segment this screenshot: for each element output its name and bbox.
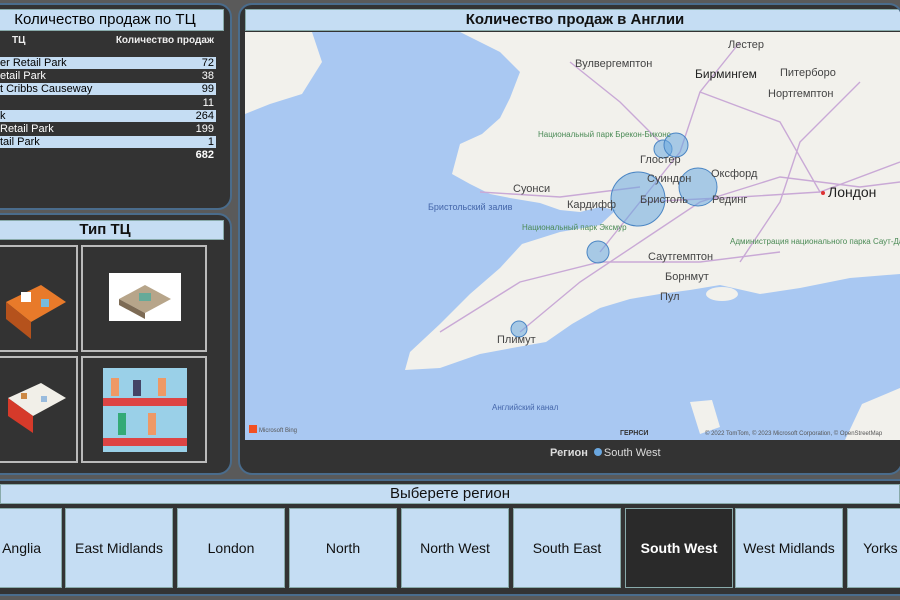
mall-type-tile-4[interactable] (81, 356, 207, 463)
sales-count: 1 (207, 136, 214, 149)
label-bournemouth: Борнмут (665, 271, 709, 283)
label-reading: Рединг (712, 194, 747, 206)
region-button-yorks-humb[interactable]: Yorks Humb (847, 508, 900, 588)
bubble-exeter[interactable] (586, 240, 610, 264)
map-attribution[interactable]: © 2022 TomTom, © 2023 Microsoft Corporat… (705, 430, 883, 437)
sales-count: 38 (201, 70, 214, 83)
sales-count: 264 (195, 109, 214, 122)
region-button-anglia[interactable]: Anglia (0, 508, 62, 588)
legend-label: Регион (550, 447, 588, 459)
label-cardiff: Кардифф (567, 199, 616, 211)
mall-type-panel: Тип ТЦ (0, 213, 232, 475)
sales-count: 199 (195, 123, 214, 135)
table-total: 682 (0, 149, 216, 161)
label-guernsey: ГЕРНСИ (620, 430, 648, 437)
label-peterborough: Питерборо (780, 67, 836, 79)
region-button-north-west[interactable]: North West (401, 508, 509, 588)
sales-count: 99 (201, 83, 214, 96)
microsoft-logo-icon (249, 425, 257, 433)
label-bristol-channel: Бристольский залив (428, 202, 513, 212)
label-gloucester: Глостер (640, 154, 681, 166)
label-south-downs: Администрация национального парка Саут-Д… (730, 237, 900, 246)
map-legend: Регион South West (550, 447, 661, 459)
region-button-east-midlands[interactable]: East Midlands (65, 508, 173, 588)
label-brecon-beacons: Национальный парк Брекон-Биконс (538, 130, 671, 139)
label-leicester: Лестер (728, 39, 764, 51)
mall-name: tail Park (0, 136, 40, 149)
table-row[interactable]: 11 (0, 97, 216, 109)
label-northampton: Нортгемптон (768, 88, 834, 100)
mall-name: Retail Park (0, 123, 54, 135)
label-bristol: Бристоль (640, 194, 688, 206)
label-exmoor: Национальный парк Эксмур (522, 223, 627, 232)
label-birmingham: Бирмингем (695, 67, 757, 81)
mall-type-tile-2[interactable] (81, 245, 207, 352)
mall-type-tile-3[interactable] (0, 356, 78, 463)
table-row[interactable]: er Retail Park 72 (0, 57, 216, 69)
label-wolverhampton: Вулвергемптон (575, 58, 652, 70)
england-map[interactable]: Лестер Вулвергемптон Бирмингем Питерборо… (245, 32, 900, 440)
column-count[interactable]: Количество продаж (116, 35, 214, 46)
mall-type-title: Тип ТЦ (0, 220, 224, 240)
label-plymouth: Плимут (497, 334, 536, 346)
map-provider: Microsoft Bing (259, 428, 297, 434)
region-button-south-west[interactable]: South West (625, 508, 733, 588)
mall-name: k (0, 109, 6, 122)
table-row[interactable]: Retail Park 199 (0, 123, 216, 135)
label-oxford: Оксфорд (711, 168, 758, 180)
sales-table-title: Количество продаж по ТЦ (0, 9, 224, 31)
mall-type-tile-1[interactable] (0, 245, 78, 352)
region-button-west-midlands[interactable]: West Midlands (735, 508, 843, 588)
legend-dot-icon (593, 448, 602, 456)
region-button-london[interactable]: London (177, 508, 285, 588)
label-english-channel: Английский канал (492, 403, 559, 412)
label-london: Лондон (828, 184, 876, 200)
region-button-north[interactable]: North (289, 508, 397, 588)
table-row[interactable]: tail Park 1 (0, 136, 216, 149)
sales-count: 11 (202, 96, 214, 109)
sales-by-mall-panel: Количество продаж по ТЦ ТЦ Количество пр… (0, 3, 232, 210)
map-panel: Количество продаж в Англии Лестер Вулвер… (238, 3, 900, 475)
label-swansea: Суонси (513, 183, 550, 195)
mall-name: er Retail Park (0, 57, 67, 69)
sales-count: 72 (201, 57, 214, 69)
mall-name: etail Park (0, 70, 46, 83)
legend-item[interactable]: South West (604, 447, 661, 459)
table-row[interactable]: t Cribbs Causeway 99 (0, 83, 216, 96)
isle-of-wight (706, 287, 738, 301)
region-selector-title: Выберете регион (0, 484, 900, 504)
map-title: Количество продаж в Англии (245, 9, 900, 31)
table-row[interactable]: k 264 (0, 109, 216, 122)
label-poole: Пул (660, 291, 680, 303)
column-mall[interactable]: ТЦ (12, 35, 25, 46)
table-row[interactable]: etail Park 38 (0, 70, 216, 82)
mall-name: t Cribbs Causeway (0, 83, 93, 96)
label-southampton: Саутгемптон (648, 251, 713, 263)
region-selector-panel: Выберете регион Anglia East Midlands Londo… (0, 479, 900, 596)
label-swindon: Суиндон (647, 173, 691, 185)
region-button-south-east[interactable]: South East (513, 508, 621, 588)
total-value: 682 (195, 149, 214, 161)
